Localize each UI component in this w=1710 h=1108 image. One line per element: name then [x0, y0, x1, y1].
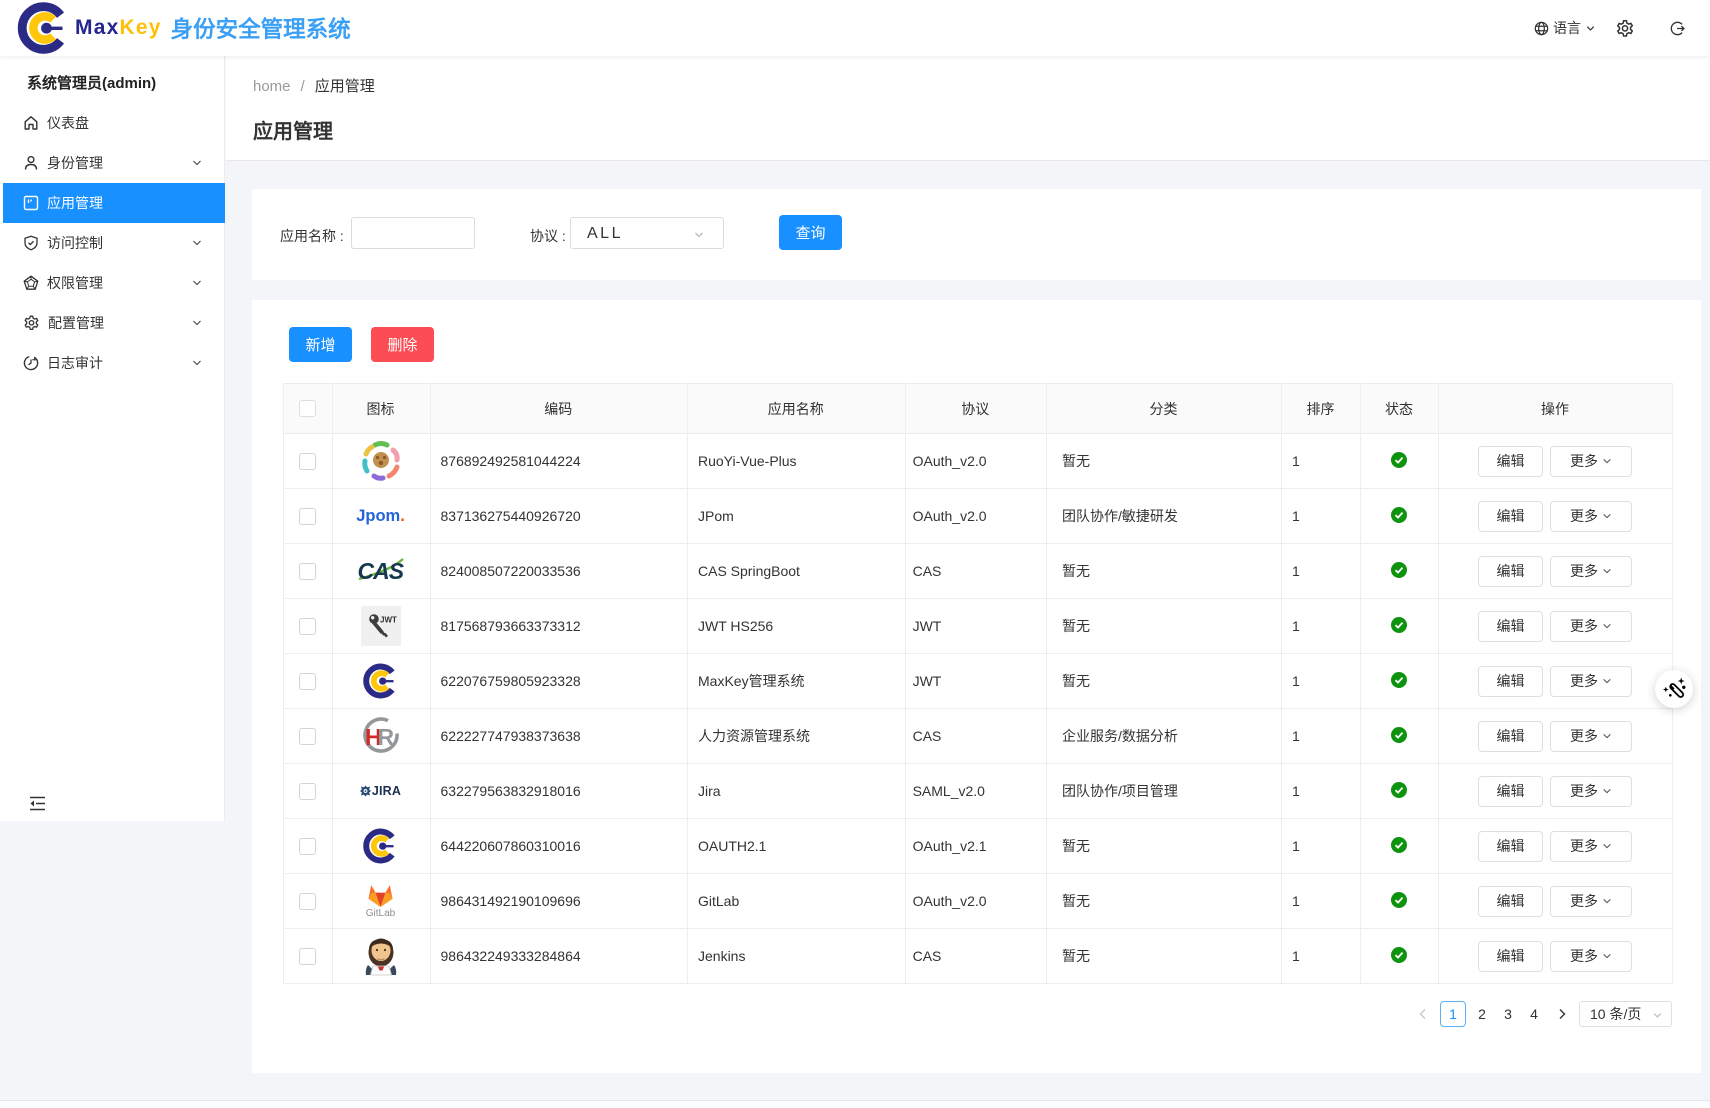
svg-text:R: R	[377, 724, 394, 750]
svg-text:JWT: JWT	[380, 616, 397, 625]
